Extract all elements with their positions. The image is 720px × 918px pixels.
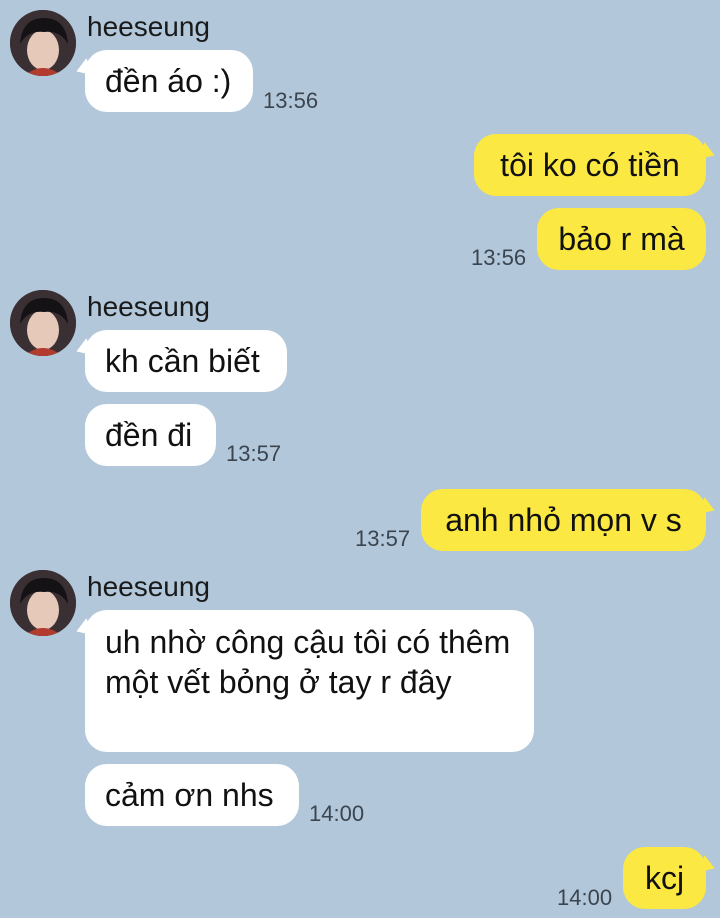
message-text: kh cần biết — [105, 343, 260, 379]
incoming-message-bubble[interactable]: đền áo :) — [85, 50, 253, 112]
contact-avatar[interactable] — [10, 290, 76, 356]
message-time: 13:57 — [226, 441, 282, 466]
message-text: kcj — [644, 860, 685, 896]
message-time: 13:56 — [471, 245, 527, 270]
message-time: 14:00 — [557, 885, 613, 910]
message-time: 13:56 — [263, 88, 319, 113]
incoming-message-bubble[interactable]: uh nhờ công cậu tôi có thêm một vết bỏng… — [85, 610, 534, 752]
message-text: cảm ơn nhs — [105, 777, 274, 813]
message-time: 13:57 — [355, 526, 411, 551]
message-text: đền áo :) — [105, 63, 232, 99]
sender-name: heeseung — [87, 291, 211, 322]
incoming-message-bubble[interactable]: cảm ơn nhs — [85, 764, 299, 826]
incoming-message-bubble[interactable]: kh cần biết — [85, 330, 287, 392]
outgoing-message-bubble[interactable]: anh nhỏ mọn v s — [421, 489, 706, 551]
message-text: đền đi — [105, 417, 193, 453]
contact-avatar[interactable] — [10, 10, 76, 76]
sender-name: heeseung — [87, 11, 211, 42]
message-text: uh nhờ công cậu tôi có thêm một vết bỏng… — [105, 624, 511, 700]
chat-area[interactable]: heeseung đền áo :) 13:56 tôi ko có tiền … — [0, 0, 720, 918]
sender-name: heeseung — [87, 571, 211, 602]
message-time: 14:00 — [309, 801, 365, 826]
outgoing-message-bubble[interactable]: tôi ko có tiền — [474, 134, 706, 196]
message-text: bảo r mà — [558, 221, 685, 257]
message-text: anh nhỏ mọn v s — [445, 502, 682, 538]
incoming-message-bubble[interactable]: đền đi — [85, 404, 216, 466]
outgoing-message-bubble[interactable]: bảo r mà — [537, 208, 706, 270]
message-text: tôi ko có tiền — [500, 147, 680, 183]
contact-avatar[interactable] — [10, 570, 76, 636]
outgoing-message-bubble[interactable]: kcj — [623, 847, 706, 909]
